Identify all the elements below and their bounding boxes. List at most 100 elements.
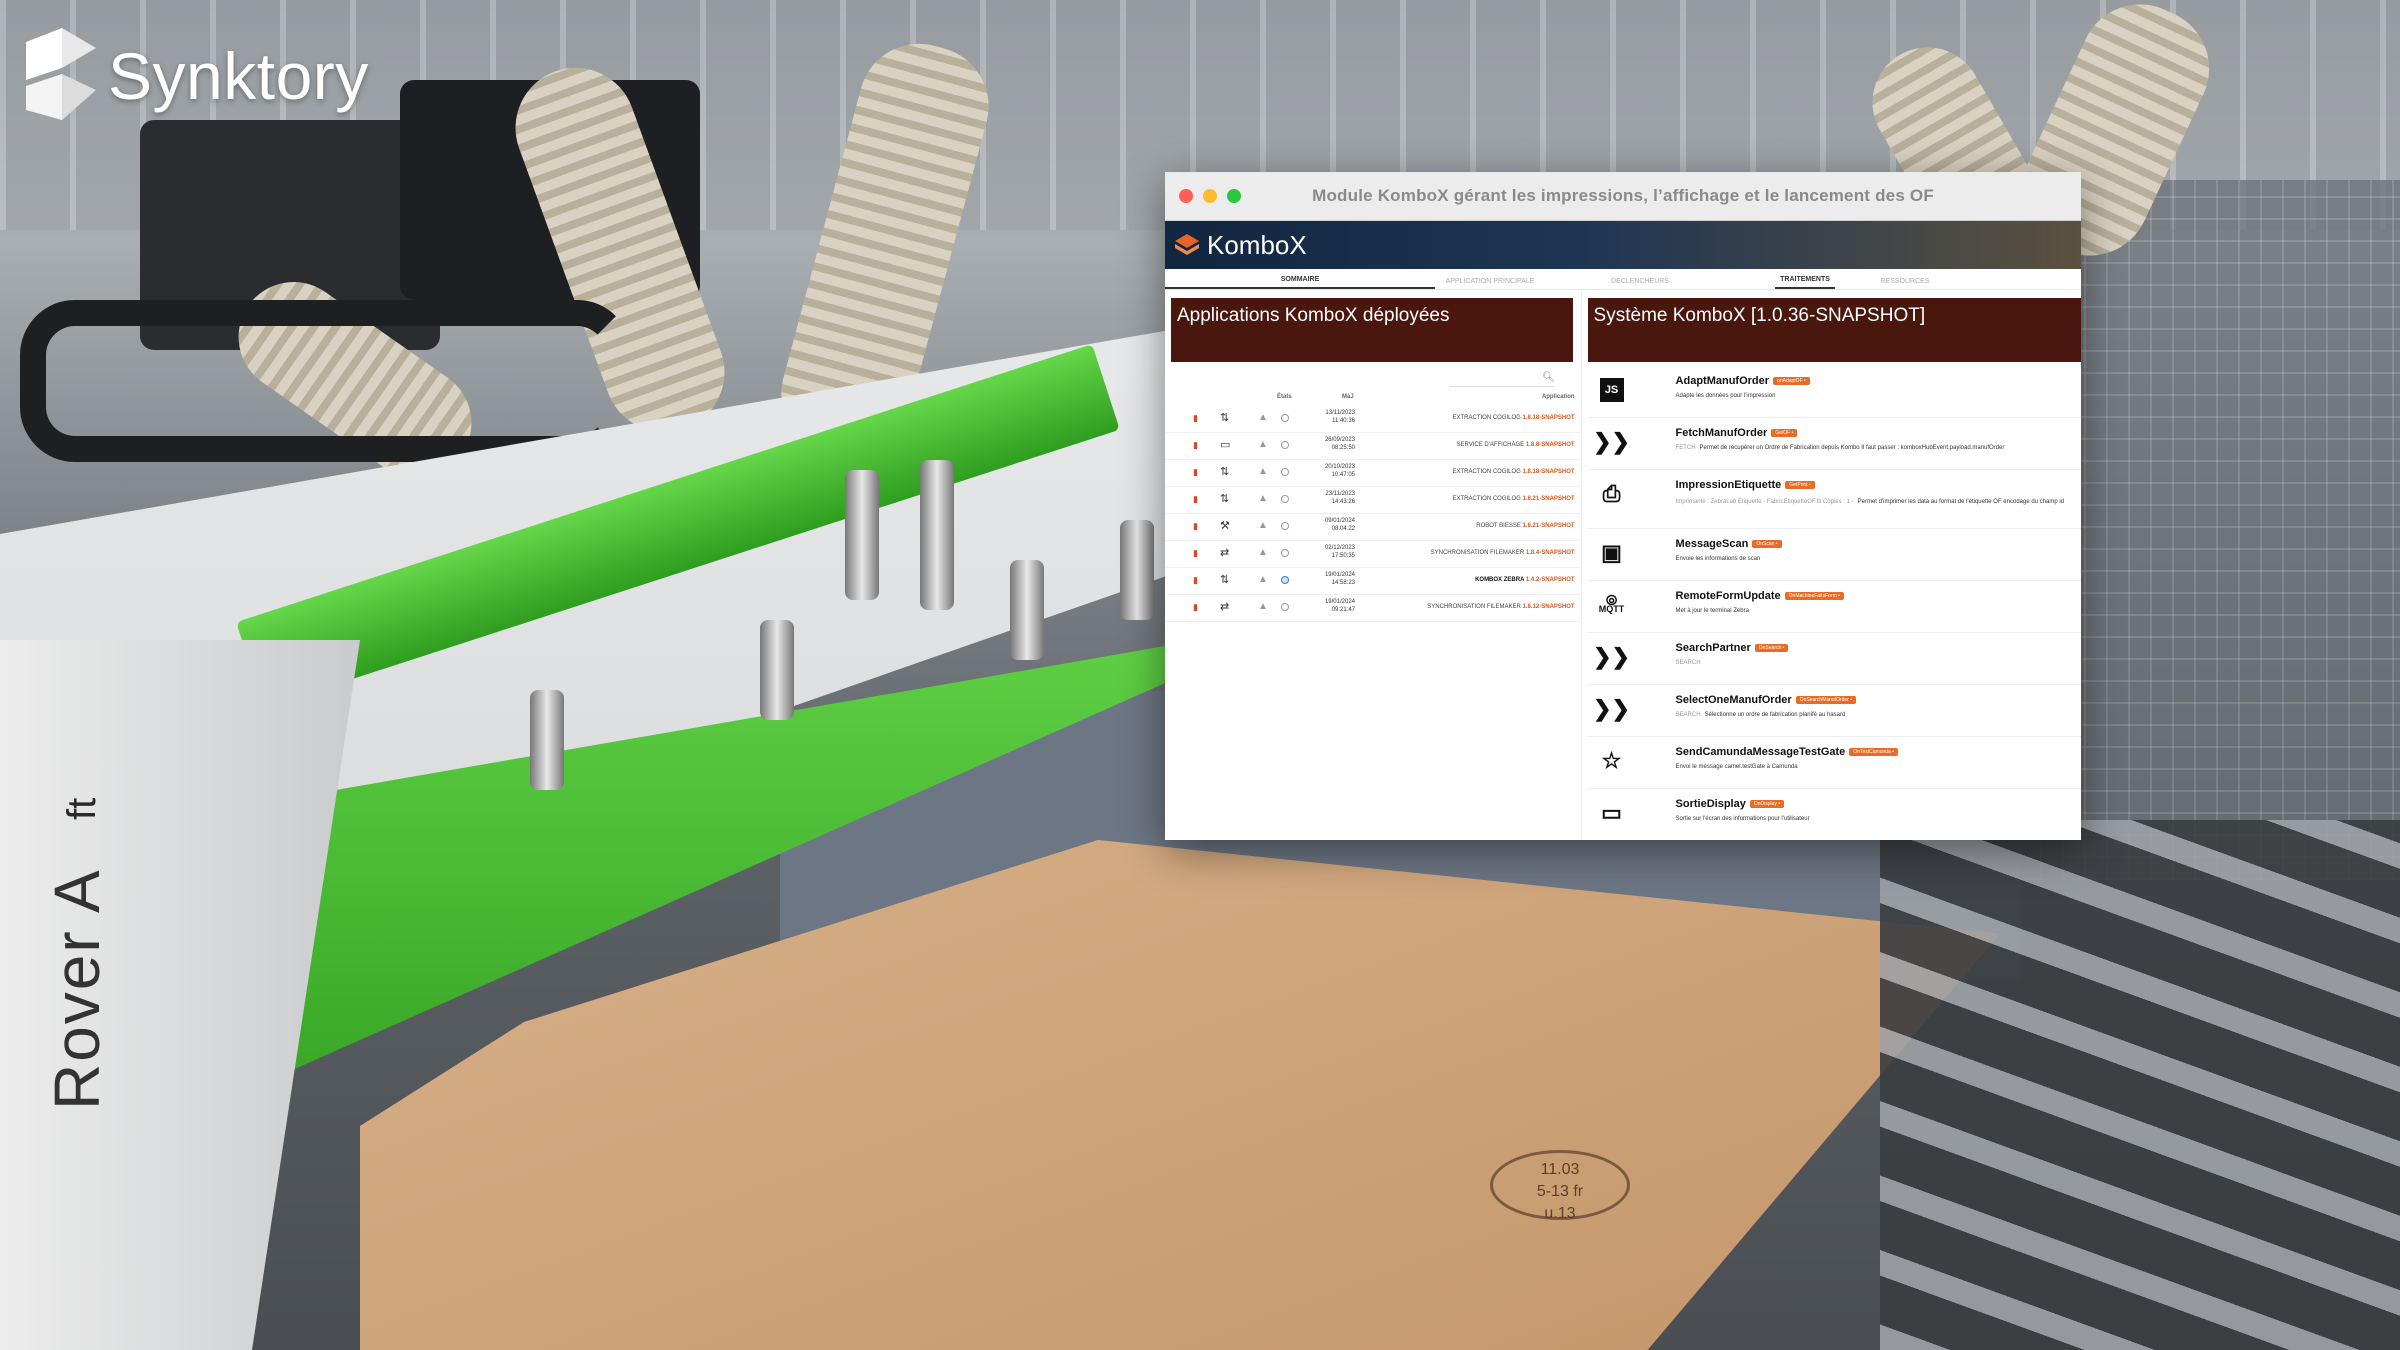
tab-ressources[interactable]: RESSOURCES	[1835, 278, 1975, 289]
mqtt-icon: ⦾ MQTT	[1598, 592, 1625, 614]
table-row[interactable]: ▮ ⇅ ▲ 23/11/2023 14:43:26 EXTRACTION COGILOG …	[1165, 487, 1581, 514]
trigger-badge[interactable]: OnMachineFaitsForm •	[1784, 592, 1844, 601]
machine-sublabel: ft	[60, 797, 104, 820]
sync-icon: ⇄	[1220, 601, 1230, 613]
processing-name: SelectOneManufOrder OnSearchManufOrder •	[1676, 694, 1857, 706]
synktory-mark-icon	[26, 28, 96, 120]
chalk-marking: 11.03 5-13 fr u.13	[1490, 1150, 1630, 1222]
table-row[interactable]: ▮ ⇄ ▲ 02/12/2023 17:50:35 SYNCHRONISATION FIL…	[1165, 541, 1581, 568]
trigger-badge[interactable]: GetPrint •	[1785, 481, 1815, 490]
warning-icon: ▲	[1258, 547, 1268, 558]
table-row[interactable]: ▮ ▭ ▲ 26/09/2023 08:25:50 SERVICE D'AFFICHAGE…	[1165, 433, 1581, 460]
deployed-apps-title: Applications KomboX déployées	[1171, 298, 1573, 362]
robot-icon: ⚒	[1220, 520, 1230, 532]
transform-icon: ⇅	[1220, 493, 1230, 505]
table-row[interactable]: ▮ ⇅ ▲ 13/11/2023 11:40:36 EXTRACTION COGILOG …	[1165, 406, 1581, 433]
update-date: 02/12/2023 17:50:35	[1324, 545, 1355, 559]
synktory-logo: Synktory	[22, 28, 369, 124]
transform-icon: ⇅	[1220, 466, 1230, 478]
processing-name: ImpressionEtiquette GetPrint •	[1676, 479, 1815, 491]
processing-item[interactable]: ☆ SendCamundaMessageTestGate OnTestCamunda…	[1587, 737, 2081, 789]
application-name: EXTRACTION COGILOG 1.8.18-SNAPSHOT	[1452, 415, 1575, 421]
application-name: EXTRACTION COGILOG 1.8.21-SNAPSHOT	[1452, 496, 1575, 502]
processing-item[interactable]: ❯❯ SearchPartner OnSearch • SEARCH	[1587, 633, 2081, 685]
warning-icon: ▲	[1258, 439, 1268, 450]
processing-item[interactable]: ▭ SortieDisplay OnDisplay • Sortie sur l'éc…	[1588, 789, 2081, 840]
processing-description: Met à jour le terminal Zebra	[1675, 608, 1749, 614]
processing-item[interactable]: ▣ MessageScan OnScan • Envoie les informati…	[1587, 529, 2081, 581]
table-row[interactable]: ▮ ⇅ ▲ 19/01/2024 14:58:23 KOMBOX ZEBRA 1.4.2-…	[1165, 568, 1581, 595]
deployed-apps-panel: Applications KomboX déployées 🔍︎ États M…	[1165, 290, 1582, 840]
update-date: 19/01/2024 14:58:23	[1324, 572, 1355, 586]
chevrons-icon: ❯❯	[1593, 696, 1630, 721]
warning-icon: ▲	[1258, 601, 1268, 612]
delete-icon[interactable]: ▮	[1193, 494, 1198, 505]
delete-icon[interactable]: ▮	[1193, 575, 1198, 586]
trigger-badge[interactable]: OnDisplay •	[1749, 800, 1785, 809]
column-etats: États	[1277, 394, 1292, 400]
suction-cup	[845, 470, 879, 600]
table-row[interactable]: ▮ ⇄ ▲ 19/01/2024 09:21:47 SYNCHRONISATION FIL…	[1165, 595, 1581, 622]
status-indicator	[1281, 468, 1289, 476]
trigger-badge[interactable]: GetOF •	[1771, 429, 1798, 438]
scan-icon: ▣	[1601, 540, 1622, 565]
update-date: 13/11/2023 11:40:36	[1325, 410, 1355, 424]
trigger-badge[interactable]: OnSearch •	[1754, 644, 1789, 653]
processing-item[interactable]: ❯❯ FetchManufOrder GetOF • FETCH Permet de r…	[1587, 418, 2081, 470]
delete-icon[interactable]: ▮	[1193, 440, 1198, 451]
search-icon: 🔍︎	[1542, 372, 1555, 383]
status-indicator	[1281, 522, 1289, 530]
processing-name: FetchManufOrder GetOF •	[1676, 427, 1798, 439]
trigger-badge[interactable]: OnScan •	[1752, 540, 1782, 549]
processing-item[interactable]: JS AdaptManufOrder onAdaptOF • Adapte les d…	[1587, 366, 2081, 418]
delete-icon[interactable]: ▮	[1193, 548, 1198, 559]
processing-description: SEARCH Sélectionne un ordre de fabricatio…	[1675, 712, 1846, 718]
processing-item[interactable]: ⦾ MQTT RemoteFormUpdate OnMachineFaitsForm …	[1587, 581, 2081, 633]
status-indicator	[1281, 414, 1289, 422]
trigger-badge[interactable]: onAdaptOF •	[1773, 377, 1810, 386]
tab-traitements[interactable]: TRAITEMENTS	[1775, 276, 1835, 289]
column-application: Application	[1541, 394, 1575, 400]
warning-icon: ▲	[1258, 466, 1268, 477]
processing-description: Imprimante : ZebraLab Etiquette - Fabric…	[1675, 499, 2065, 505]
processing-description: Sortie sur l'écran des informations pour…	[1675, 816, 1810, 822]
processing-item[interactable]: ❯❯ SelectOneManufOrder OnSearchManufOrder …	[1587, 685, 2081, 737]
kombox-system-panel: Système KomboX [1.0.36-SNAPSHOT] JS Adapt…	[1582, 290, 2081, 840]
kombox-window: Module KomboX gérant les impressions, l’…	[1165, 172, 2081, 840]
delete-icon[interactable]: ▮	[1193, 467, 1198, 478]
processing-list: JS AdaptManufOrder onAdaptOF • Adapte les d…	[1587, 366, 2081, 840]
processing-name: SendCamundaMessageTestGate OnTestCamunda …	[1676, 746, 1898, 758]
processing-name: MessageScan OnScan •	[1676, 538, 1782, 550]
application-name: ROBOT BIESSE 1.8.21-SNAPSHOT	[1476, 523, 1575, 529]
processing-item[interactable]: ⎙ ImpressionEtiquette GetPrint • Imprimante…	[1587, 470, 2081, 529]
delete-icon[interactable]: ▮	[1193, 602, 1198, 613]
suction-cup	[530, 690, 564, 790]
app-header: KomboX	[1165, 221, 2081, 269]
kombox-system-title: Système KomboX [1.0.36-SNAPSHOT]	[1587, 298, 2081, 362]
table-row[interactable]: ▮ ⇅ ▲ 20/10/2023 10:47:05 EXTRACTION COGILOG …	[1165, 460, 1581, 487]
chevrons-icon: ❯❯	[1593, 644, 1630, 669]
trigger-badge[interactable]: OnSearchManufOrder •	[1795, 696, 1857, 705]
table-row[interactable]: ▮ ⚒ ▲ 09/01/2024 08:04:22 ROBOT BIESSE 1.8.21…	[1165, 514, 1581, 541]
processing-name: RemoteFormUpdate OnMachineFaitsForm •	[1676, 590, 1844, 602]
application-name: SERVICE D'AFFICHAGE 1.8.8-SNAPSHOT	[1456, 442, 1575, 448]
trigger-badge[interactable]: OnTestCamunda •	[1849, 748, 1898, 757]
delete-icon[interactable]: ▮	[1193, 521, 1198, 532]
delete-icon[interactable]: ▮	[1193, 413, 1198, 424]
processing-name: AdaptManufOrder onAdaptOF •	[1676, 375, 1810, 387]
js-icon: JS	[1599, 378, 1624, 402]
update-date: 20/10/2023 10:47:05	[1324, 464, 1355, 478]
window-title: Module KomboX gérant les impressions, l’…	[1312, 186, 1934, 205]
search-input[interactable]: 🔍︎	[1450, 372, 1555, 387]
tab-sommaire[interactable]: SOMMAIRE	[1165, 276, 1435, 289]
machine-label: Rover A	[41, 868, 113, 1110]
processing-description: FETCH Permet de récupérer un Ordre de Fab…	[1675, 445, 2005, 451]
processing-name: SortieDisplay OnDisplay •	[1676, 798, 1785, 810]
update-date: 26/09/2023 08:25:50	[1324, 437, 1355, 451]
processing-description: Adapte les données pour l'impression	[1675, 393, 1776, 399]
brand-name: Synktory	[108, 39, 369, 113]
processing-description: Envoie les informations de scan	[1675, 556, 1761, 562]
tab-application-principale[interactable]: APPLICATION PRINCIPALE	[1435, 278, 1545, 289]
tab-declencheurs[interactable]: DÉCLENCHEURS	[1545, 278, 1735, 289]
update-date: 09/01/2024 08:04:22	[1324, 518, 1355, 532]
